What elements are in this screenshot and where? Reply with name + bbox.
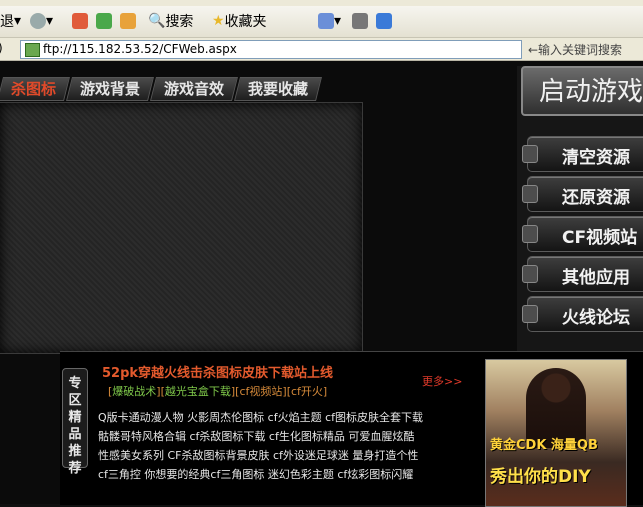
- home-icon: [120, 13, 136, 29]
- bullet-icon: [522, 225, 538, 243]
- print-icon: [352, 13, 368, 29]
- forward-button[interactable]: ▾: [30, 10, 53, 32]
- mail-icon: [318, 13, 334, 29]
- bullet-icon: [522, 265, 538, 283]
- quick-links: [爆破战术][越光宝盒下载][cf视频站][cf开火]: [108, 385, 328, 398]
- stop-button[interactable]: [72, 10, 88, 32]
- edit-icon: [376, 13, 392, 29]
- section-label: 专区精品推荐: [62, 368, 88, 476]
- tag-list: Q版卡通动漫人物 火影周杰伦图标 cf火焰主题 cf图标皮肤全套下载 骷髅哥特风…: [98, 408, 458, 484]
- print-button[interactable]: [352, 10, 368, 32]
- address-bar: ) ftp://115.182.53.52/CFWeb.aspx ←输入关键词搜…: [0, 38, 643, 61]
- favorites-button[interactable]: ★ 收藏夹: [212, 10, 267, 32]
- tab-bar: 杀图标 游戏背景 游戏音效 我要收藏: [0, 77, 323, 101]
- other-apps-button[interactable]: 其他应用: [522, 256, 643, 292]
- page-content: 杀图标 游戏背景 游戏音效 我要收藏 启动游戏 清空资源 还原资源 CF视频站 …: [0, 61, 643, 507]
- refresh-icon: [96, 13, 112, 29]
- search-button[interactable]: 🔍 搜索: [148, 10, 193, 32]
- content-panel: [0, 102, 363, 354]
- tag-line[interactable]: cf三角控 你想要的经典cf三角图标 迷幻色彩主题 cf炫彩图标闪耀: [98, 465, 458, 484]
- launch-game-button[interactable]: 启动游戏: [521, 66, 643, 116]
- link-video[interactable]: cf视频站: [239, 385, 282, 398]
- star-icon: ★: [212, 13, 225, 29]
- bullet-icon: [522, 145, 538, 163]
- home-button[interactable]: [120, 10, 136, 32]
- address-label: ): [0, 41, 3, 55]
- side-menu: 启动游戏 清空资源 还原资源 CF视频站 其他应用 火线论坛: [517, 66, 643, 351]
- promo-banner[interactable]: 黄金CDK 海量QB 秀出你的DIY: [485, 359, 627, 507]
- tab-icons[interactable]: 杀图标: [0, 77, 71, 101]
- recommend-section: 专区精品推荐 52pk穿越火线击杀图标皮肤下载站上线 [爆破战术][越光宝盒下载…: [60, 351, 643, 507]
- cf-video-button[interactable]: CF视频站: [522, 216, 643, 252]
- bullet-icon: [522, 185, 538, 203]
- forum-button[interactable]: 火线论坛: [522, 296, 643, 332]
- browser-toolbar: 退 ▾ ▾ 🔍 搜索 ★ 收藏夹 ▾: [0, 6, 643, 38]
- tab-favorites[interactable]: 我要收藏: [234, 77, 323, 101]
- page-icon: [25, 43, 40, 57]
- tab-backgrounds[interactable]: 游戏背景: [66, 77, 155, 101]
- tag-line[interactable]: 性感美女系列 CF杀敌图标背景皮肤 cf外设迷足球迷 量身打造个性: [98, 446, 458, 465]
- headline-link[interactable]: 52pk穿越火线击杀图标皮肤下载站上线: [102, 362, 333, 381]
- mail-button[interactable]: ▾: [318, 10, 341, 32]
- tag-line[interactable]: 骷髅哥特风格合辑 cf杀敌图标下载 cf生化图标精品 可爱血腥炫酷: [98, 427, 458, 446]
- forward-icon: [30, 13, 46, 29]
- clear-resources-button[interactable]: 清空资源: [522, 136, 643, 172]
- link-fire[interactable]: cf开火: [291, 385, 323, 398]
- refresh-button[interactable]: [96, 10, 112, 32]
- more-link[interactable]: 更多>>: [422, 373, 462, 389]
- link-tactics[interactable]: 爆破战术: [112, 385, 156, 398]
- tab-sounds[interactable]: 游戏音效: [150, 77, 239, 101]
- back-button[interactable]: 退 ▾: [0, 10, 21, 32]
- bullet-icon: [522, 305, 538, 323]
- link-download[interactable]: 越光宝盒下载: [165, 385, 231, 398]
- stop-icon: [72, 13, 88, 29]
- restore-resources-button[interactable]: 还原资源: [522, 176, 643, 212]
- edit-button[interactable]: [376, 10, 392, 32]
- search-icon: 🔍: [148, 13, 166, 29]
- tag-line[interactable]: Q版卡通动漫人物 火影周杰伦图标 cf火焰主题 cf图标皮肤全套下载: [98, 408, 458, 427]
- search-hint[interactable]: ←输入关键词搜索: [528, 41, 622, 58]
- address-input[interactable]: ftp://115.182.53.52/CFWeb.aspx: [20, 40, 522, 59]
